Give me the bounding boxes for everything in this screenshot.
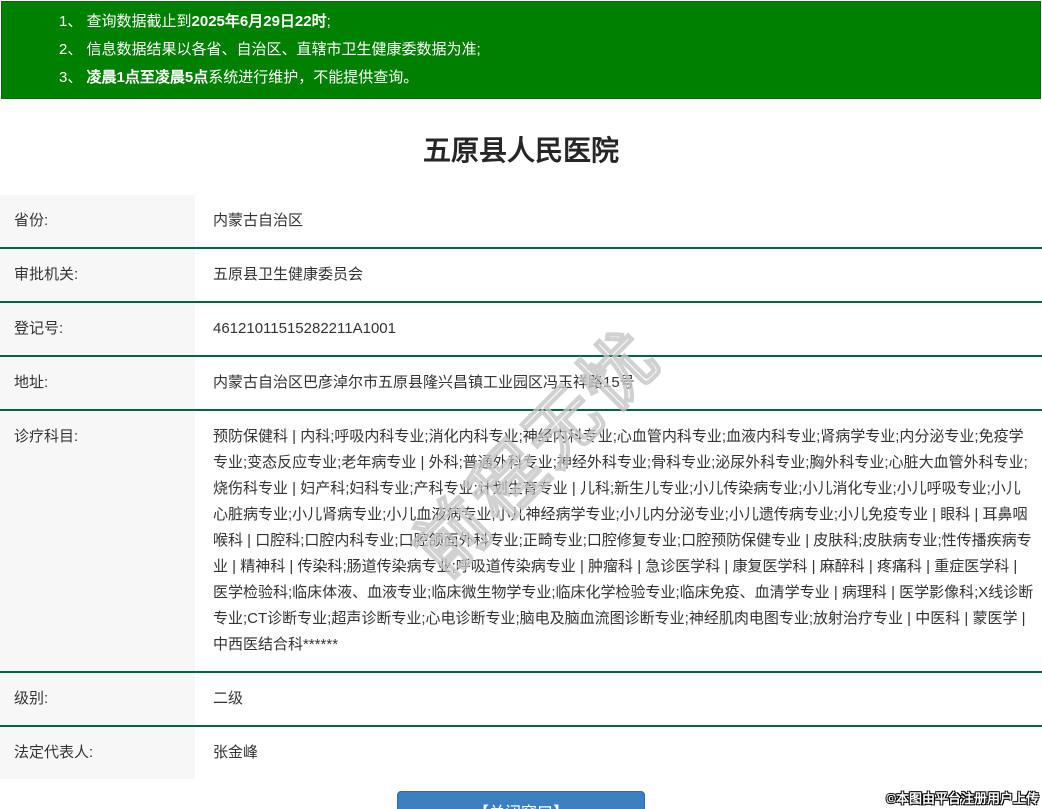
notice-text: 系统进行维护，不能提供查询。 [208,69,419,86]
notice-text: 1、 查询数据截止到 [59,13,192,30]
row-value: 二级 [213,690,244,707]
row-value: 五原县卫生健康委员会 [213,266,364,283]
notice-bold-text: 凌晨1点至凌晨5点 [86,69,209,86]
row-label: 登记号: [0,303,195,355]
notice-line-1: 1、 查询数据截止到2025年6月29日22时; [59,8,1030,36]
close-window-button[interactable]: 【关闭窗口】 [397,791,645,809]
row-label: 级别: [0,673,195,725]
notice-line-2: 2、 信息数据结果以各省、自治区、直辖市卫生健康委数据为准; [59,36,1030,64]
notice-banner: 1、 查询数据截止到2025年6月29日22时; 2、 信息数据结果以各省、自治… [1,1,1041,99]
row-value: 内蒙古自治区 [213,212,304,229]
row-label: 法定代表人: [0,727,195,779]
table-row-legal-representative: 法定代表人: 张金峰 [0,725,1042,779]
row-value: 内蒙古自治区巴彦淖尔市五原县隆兴昌镇工业园区冯玉祥路15号 [213,374,635,391]
table-row-level: 级别: 二级 [0,671,1042,725]
row-label: 诊疗科目: [0,411,195,671]
notice-text: 2、 信息数据结果以各省、自治区、直辖市卫生健康委数据为准; [59,41,481,58]
hospital-info-page: 1、 查询数据截止到2025年6月29日22时; 2、 信息数据结果以各省、自治… [0,0,1042,809]
notice-line-3: 3、 凌晨1点至凌晨5点系统进行维护，不能提供查询。 [59,64,1030,92]
table-row-province: 省份: 内蒙古自治区 [0,195,1042,247]
upload-credit-watermark: ©本图由平台注册用户上传 [886,791,1039,806]
table-row-approval-authority: 审批机关: 五原县卫生健康委员会 [0,247,1042,301]
row-value: 张金峰 [213,744,259,761]
row-label: 审批机关: [0,249,195,301]
table-row-address: 地址: 内蒙古自治区巴彦淖尔市五原县隆兴昌镇工业园区冯玉祥路15号 [0,355,1042,409]
notice-text: 3、 [59,69,87,86]
page-title: 五原县人民医院 [422,135,619,166]
row-value: 46121011515282211A1001 [213,320,396,337]
notice-text: ; [326,13,331,30]
row-label: 地址: [0,357,195,409]
notice-bold-text: 2025年6月29日22时 [191,13,327,30]
row-value: 预防保健科 | 内科;呼吸内科专业;消化内科专业;神经内科专业;心血管内科专业;… [213,428,1034,653]
table-row-medical-subjects: 诊疗科目: 预防保健科 | 内科;呼吸内科专业;消化内科专业;神经内科专业;心血… [0,409,1042,671]
info-table: 省份: 内蒙古自治区 审批机关: 五原县卫生健康委员会 登记号: 4612101… [0,195,1042,779]
table-row-registration-number: 登记号: 46121011515282211A1001 [0,301,1042,355]
row-label: 省份: [0,195,195,247]
